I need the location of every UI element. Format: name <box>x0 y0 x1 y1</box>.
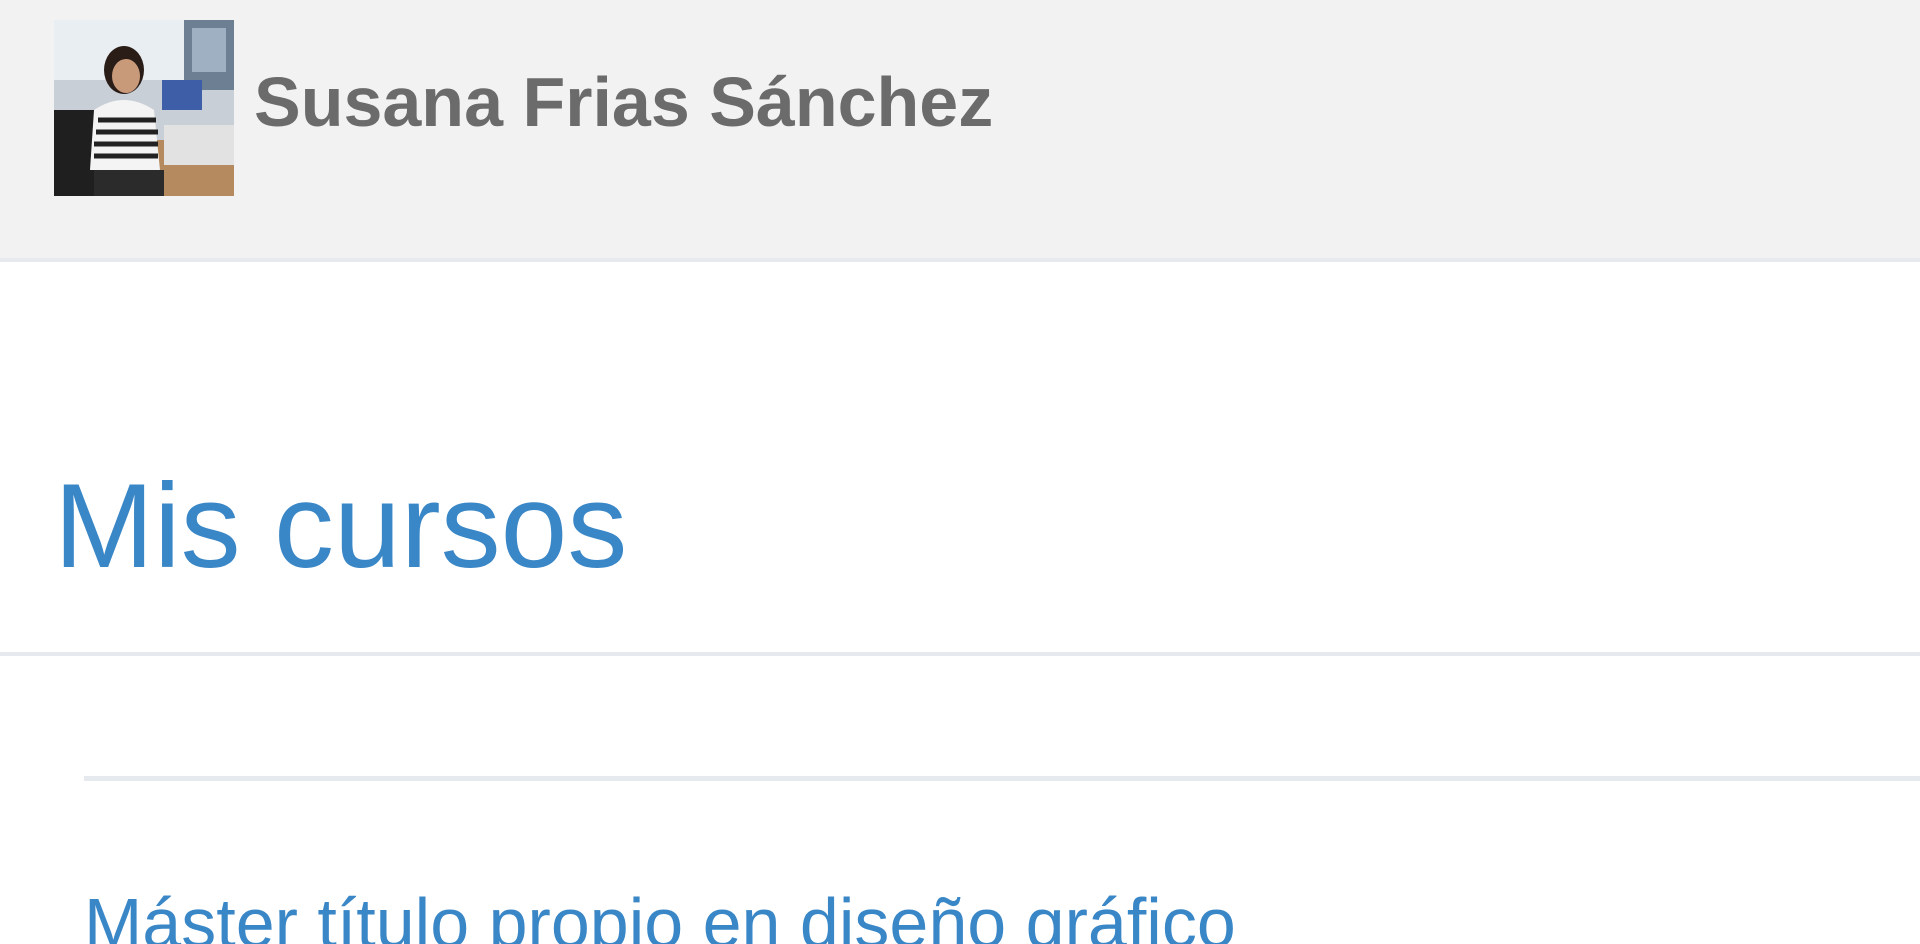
user-header: Susana Frias Sánchez <box>0 0 1920 262</box>
avatar[interactable] <box>54 20 234 196</box>
page-title: Mis cursos <box>54 459 628 593</box>
user-name[interactable]: Susana Frias Sánchez <box>254 60 993 144</box>
title-divider <box>0 652 1920 656</box>
user-photo-icon <box>54 20 234 196</box>
course-link[interactable]: Máster título propio en diseño gráfico <box>84 881 1236 944</box>
course-list: Máster título propio en diseño gráfico <box>84 776 1920 944</box>
